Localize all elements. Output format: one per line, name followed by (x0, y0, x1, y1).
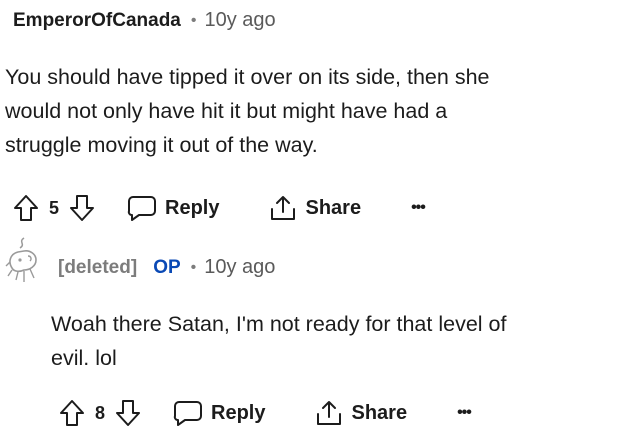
comment-1-timestamp[interactable]: 10y ago (204, 9, 275, 32)
reply-button[interactable]: Reply (173, 399, 265, 427)
comment-1-line: would not only have hit it but might hav… (5, 99, 448, 123)
op-badge: OP (153, 256, 181, 278)
comment-2-author: [deleted] (58, 256, 138, 278)
share-button[interactable]: Share (315, 399, 407, 427)
vote-count: 5 (49, 197, 60, 218)
comment-1-header: EmperorOfCanada • 10y ago (13, 9, 276, 32)
comment-1-author[interactable]: EmperorOfCanada (13, 10, 181, 32)
reply-button[interactable]: Reply (127, 194, 219, 222)
comment-2-body: Woah there Satan, I'm not ready for that… (51, 307, 506, 375)
reply-icon (127, 194, 157, 222)
share-label: Share (351, 401, 408, 424)
comment-1-body: You should have tipped it over on its si… (5, 60, 490, 162)
comment-1-actions: 5 Reply Share ••• (13, 188, 426, 228)
more-options-icon[interactable]: ••• (457, 404, 472, 422)
downvote-icon[interactable] (69, 194, 95, 222)
share-button[interactable]: Share (269, 194, 361, 222)
deleted-user-avatar (4, 236, 46, 294)
reply-label: Reply (211, 401, 266, 424)
upvote-icon[interactable] (13, 194, 39, 222)
reply-icon (173, 399, 203, 427)
comment-2-line: Woah there Satan, I'm not ready for that… (51, 312, 507, 336)
comment-1-line: struggle moving it out of the way. (5, 133, 318, 157)
separator-dot: • (190, 258, 197, 276)
separator-dot: • (190, 11, 197, 29)
comment-2-timestamp[interactable]: 10y ago (204, 256, 275, 279)
comment-2-line: evil. lol (51, 346, 117, 370)
more-options-icon[interactable]: ••• (411, 199, 426, 217)
comment-2-actions: 8 Reply Share ••• (59, 393, 472, 433)
downvote-icon[interactable] (115, 399, 141, 427)
share-icon (269, 194, 297, 222)
comment-1-line: You should have tipped it over on its si… (5, 65, 490, 89)
comment-2-header: [deleted] OP • 10y ago (58, 256, 275, 279)
upvote-icon[interactable] (59, 399, 85, 427)
reply-label: Reply (165, 196, 220, 219)
share-icon (315, 399, 343, 427)
share-label: Share (305, 196, 362, 219)
vote-count: 8 (95, 402, 106, 423)
